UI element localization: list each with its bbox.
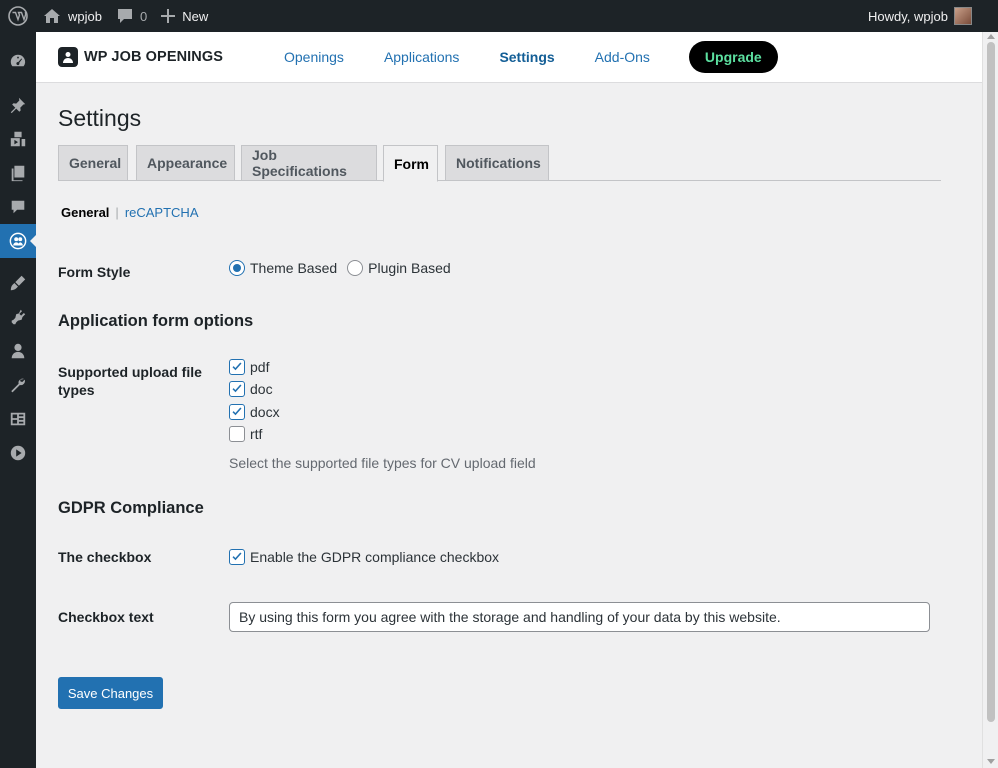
form-style-theme-based[interactable]: Theme Based [229,260,337,276]
posts-icon[interactable] [0,88,36,122]
dashboard-icon[interactable] [0,44,36,78]
site-name-link[interactable]: wpjob [36,0,109,32]
nav-applications[interactable]: Applications [384,49,460,65]
tab-label: Appearance [147,155,228,171]
checkbox-label: doc [250,381,273,397]
save-changes-button[interactable]: Save Changes [58,677,163,709]
admin-menu [0,32,36,768]
settings-icon[interactable] [0,402,36,436]
new-label: New [182,8,209,24]
nav-openings[interactable]: Openings [284,49,344,65]
form-style-label: Form Style [58,264,131,280]
upload-types-label: Supported upload file types [58,363,202,399]
file-types-description: Select the supported file types for CV u… [229,455,536,471]
home-icon [44,9,60,23]
checkbox-label: rtf [250,426,263,442]
filetype-doc[interactable]: doc [229,381,273,397]
the-checkbox-label: The checkbox [58,549,152,565]
checkbox-label: docx [250,404,280,420]
plus-icon [161,9,176,23]
filetype-pdf[interactable]: pdf [229,359,269,375]
tab-label: Job Specifications [252,147,347,179]
gdpr-heading: GDPR Compliance [58,499,204,517]
radio-label: Plugin Based [368,260,451,276]
checkbox-doc[interactable] [229,381,245,397]
radio-label: Theme Based [250,260,338,276]
tab-job-specifications[interactable]: Job Specifications [241,145,377,181]
site-name: wpjob [68,8,102,24]
checkmark-icon [232,407,242,416]
label-line: Supported upload file [58,364,202,380]
job-openings-icon[interactable] [0,224,36,258]
avatar [954,7,972,25]
new-content-link[interactable]: New [154,0,215,32]
comments-icon[interactable] [0,190,36,224]
checkbox-label: Enable the GDPR compliance checkbox [250,549,500,565]
greeting: Howdy, wpjob [868,8,948,24]
checkbox-label: pdf [250,359,270,375]
settings-tabs: General Appearance Job Specifications Fo… [58,145,941,182]
plugin-nav: Openings Applications Settings Add-Ons U… [284,41,778,73]
users-icon[interactable] [0,334,36,368]
nav-add-ons[interactable]: Add-Ons [595,49,650,65]
nav-settings[interactable]: Settings [499,49,554,65]
upgrade-button[interactable]: Upgrade [688,41,778,73]
pages-icon[interactable] [0,156,36,190]
checkbox-gdpr[interactable] [229,549,245,565]
tab-general[interactable]: General [58,145,128,181]
tab-label: Notifications [456,155,541,171]
my-account-link[interactable]: Howdy, wpjob [861,0,998,32]
radio-theme-based[interactable] [229,260,245,276]
subnav-recaptcha[interactable]: reCAPTCHA [125,205,199,220]
label-line: types [58,382,95,398]
appearance-icon[interactable] [0,266,36,300]
checkmark-icon [232,362,242,371]
tab-form[interactable]: Form [383,145,438,182]
tab-appearance[interactable]: Appearance [136,145,235,181]
checkbox-text-label: Checkbox text [58,609,154,625]
plugin-logo[interactable]: WP JOB OPENINGS [58,47,284,67]
plugins-icon[interactable] [0,300,36,334]
subnav-general[interactable]: General [61,205,109,220]
wordpress-logo-icon[interactable] [0,0,36,32]
page-title: Settings [58,105,142,131]
gdpr-enable[interactable]: Enable the GDPR compliance checkbox [229,549,499,565]
radio-plugin-based[interactable] [347,260,364,276]
tools-icon[interactable] [0,368,36,402]
comments-link[interactable]: 0 [109,0,154,32]
media-play-icon[interactable] [0,436,36,470]
checkmark-icon [232,384,242,393]
comment-icon [117,9,132,23]
media-icon[interactable] [0,122,36,156]
form-subnav: General | reCAPTCHA [61,205,199,220]
admin-bar: wpjob 0 New Howdy, wpjob [0,0,998,32]
scroll-down-arrow-icon[interactable] [987,759,995,764]
filetype-rtf[interactable]: rtf [229,426,262,442]
form-style-plugin-based[interactable]: Plugin Based [347,260,451,276]
checkbox-docx[interactable] [229,404,245,420]
form-style-radios: Theme Based Plugin Based [229,260,461,276]
subnav-separator: | [115,205,119,220]
job-openings-logo-icon [58,47,78,67]
scroll-up-arrow-icon[interactable] [987,34,995,39]
tab-label: General [69,155,122,171]
tab-notifications[interactable]: Notifications [445,145,549,181]
tab-label: Form [394,155,429,172]
scrollbar-thumb[interactable] [987,42,995,722]
checkbox-pdf[interactable] [229,359,245,375]
logo-text: WP JOB OPENINGS [84,49,224,65]
filetype-docx[interactable]: docx [229,404,280,420]
checkbox-text-input[interactable] [229,602,930,632]
checkbox-rtf[interactable] [229,426,245,442]
plugin-header: WP JOB OPENINGS Openings Applications Se… [36,32,982,83]
application-form-options-heading: Application form options [58,312,254,330]
checkmark-icon [232,552,242,561]
vertical-scrollbar[interactable] [982,32,998,768]
comments-count: 0 [139,8,148,24]
